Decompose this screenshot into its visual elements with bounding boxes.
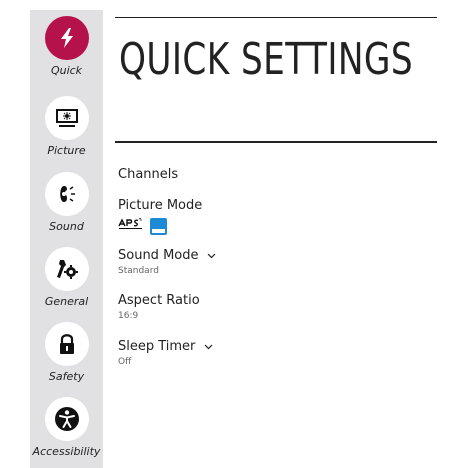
energy-star-icon	[150, 217, 167, 235]
menu-item-label: Aspect Ratio	[118, 293, 200, 308]
picture-icon	[44, 96, 89, 140]
menu-item-label: Channels	[118, 167, 179, 182]
general-icon	[44, 247, 89, 291]
nav-item-safety[interactable]: Safety	[30, 322, 103, 383]
nav-item-accessibility[interactable]: Accessibility	[30, 397, 103, 458]
nav-label: Safety	[48, 370, 85, 383]
nav-label: Quick	[50, 64, 83, 77]
nav-item-general[interactable]: General	[30, 247, 103, 308]
title-divider	[115, 141, 437, 143]
sound-icon	[44, 172, 89, 216]
menu-item-label: Sleep Timer	[118, 339, 196, 354]
aps-logo-icon	[118, 217, 144, 235]
lightning-icon	[44, 16, 89, 60]
nav-item-quick[interactable]: Quick	[30, 16, 103, 77]
menu-item-channels[interactable]: Channels	[118, 165, 178, 183]
menu-item-value: 16:9	[118, 311, 139, 321]
menu-item-picture-mode[interactable]: Picture Mode	[118, 196, 202, 235]
lock-icon	[44, 322, 89, 366]
nav-label: General	[44, 295, 89, 308]
chevron-down-icon	[204, 337, 213, 355]
nav-label: Accessibility	[32, 445, 101, 458]
menu-item-label: Sound Mode	[118, 248, 199, 263]
menu-item-sound-mode[interactable]: Sound Mode Standard	[118, 246, 216, 276]
menu-item-value: Standard	[118, 266, 159, 276]
main-panel: QUICK SETTINGS Channels Picture Mode Sou…	[103, 0, 458, 468]
nav-item-picture[interactable]: Picture	[30, 96, 103, 157]
menu-item-sleep-timer[interactable]: Sleep Timer Off	[118, 337, 213, 367]
nav-label: Sound	[49, 220, 84, 233]
menu-item-aspect-ratio[interactable]: Aspect Ratio 16:9	[118, 291, 200, 321]
top-divider	[115, 17, 437, 18]
accessibility-icon	[44, 397, 89, 441]
nav-label: Picture	[47, 144, 86, 157]
menu-item-label: Picture Mode	[118, 198, 203, 213]
chevron-down-icon	[207, 246, 216, 264]
menu-item-value: Off	[118, 357, 132, 367]
page-title: QUICK SETTINGS	[119, 34, 414, 85]
sidebar: Quick Picture Sound General Safety Acces…	[30, 10, 103, 468]
nav-item-sound[interactable]: Sound	[30, 172, 103, 233]
